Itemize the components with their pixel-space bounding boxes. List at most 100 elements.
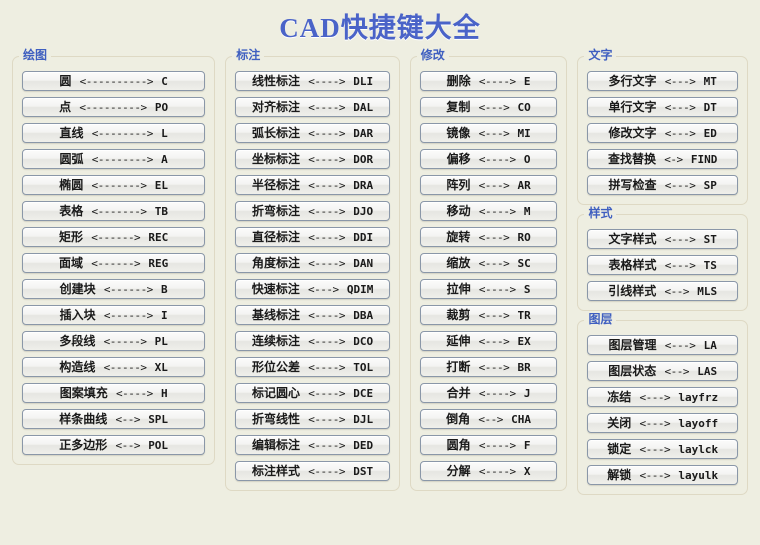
- shortcut-label: 合并: [446, 386, 471, 400]
- shortcut-item[interactable]: 椭圆 <-------> EL: [22, 175, 206, 195]
- shortcut-item[interactable]: 创建块 <------> B: [22, 279, 206, 299]
- shortcut-item[interactable]: 多段线 <-----> PL: [22, 331, 206, 351]
- shortcut-label: 冻结: [607, 390, 632, 404]
- shortcut-label: 快速标注: [251, 282, 300, 296]
- shortcut-item[interactable]: 圆弧 <--------> A: [22, 149, 206, 169]
- shortcut-item[interactable]: 折弯线性 <----> DJL: [235, 409, 390, 429]
- section-heading: 绘图: [19, 48, 52, 62]
- shortcut-item[interactable]: 裁剪 <---> TR: [419, 305, 558, 325]
- shortcut-label: 分解: [446, 464, 471, 478]
- shortcut-item[interactable]: 表格样式 <---> TS: [587, 255, 738, 275]
- shortcut-command: DCO: [353, 335, 374, 348]
- shortcut-command: DOR: [353, 153, 374, 166]
- shortcut-command: BR: [517, 361, 531, 374]
- shortcut-item[interactable]: 直线 <--------> L: [22, 123, 206, 143]
- shortcut-item[interactable]: 拼写检查 <---> SP: [587, 175, 738, 195]
- column-1: 绘图圆 <----------> C 点 <---------> PO 直线 <--…: [12, 48, 216, 465]
- shortcut-item[interactable]: 编辑标注 <----> DED: [235, 435, 390, 455]
- shortcut-label: 坐标标注: [251, 152, 300, 166]
- shortcut-item[interactable]: 线性标注 <----> DLI: [235, 71, 390, 91]
- shortcut-item[interactable]: 坐标标注 <----> DOR: [235, 149, 390, 169]
- arrow-icon: <--->: [478, 335, 510, 348]
- shortcut-command: DCE: [353, 387, 374, 400]
- shortcut-command: layulk: [678, 469, 719, 482]
- shortcut-item[interactable]: 半径标注 <----> DRA: [235, 175, 390, 195]
- shortcut-command: DED: [353, 439, 374, 452]
- shortcut-item[interactable]: 移动 <----> M: [419, 201, 558, 221]
- shortcut-label: 直线: [59, 126, 84, 140]
- shortcut-item[interactable]: 多行文字 <---> MT: [587, 71, 738, 91]
- shortcut-item[interactable]: 延伸 <---> EX: [419, 331, 558, 351]
- shortcut-item[interactable]: 表格 <-------> TB: [22, 201, 206, 221]
- shortcut-item[interactable]: 拉伸 <----> S: [419, 279, 558, 299]
- shortcut-item[interactable]: 缩放 <---> SC: [419, 253, 558, 273]
- shortcut-item[interactable]: 圆 <----------> C: [22, 71, 206, 91]
- shortcut-item[interactable]: 修改文字 <---> ED: [587, 123, 738, 143]
- shortcut-label: 折弯线性: [251, 412, 300, 426]
- shortcut-item[interactable]: 样条曲线 <--> SPL: [22, 409, 206, 429]
- arrow-icon: <-->: [664, 285, 690, 298]
- shortcut-command: F: [523, 439, 531, 452]
- shortcut-label: 形位公差: [251, 360, 300, 374]
- section-panel-样式: 样式 文字样式 <---> ST 表格样式 <---> TS 引线样式 <--> ML…: [577, 206, 748, 311]
- shortcut-list: 图层管理 <---> LA 图层状态 <--> LAS 冻结 <---> layfr…: [587, 335, 738, 485]
- shortcut-item[interactable]: 连续标注 <----> DCO: [235, 331, 390, 351]
- shortcut-item[interactable]: 查找替换 <-> FIND: [587, 149, 738, 169]
- shortcut-item[interactable]: 对齐标注 <----> DAL: [235, 97, 390, 117]
- shortcut-item[interactable]: 锁定 <---> laylck: [587, 439, 738, 459]
- shortcut-item[interactable]: 矩形 <------> REC: [22, 227, 206, 247]
- shortcut-label: 拉伸: [446, 282, 471, 296]
- shortcut-list: 删除 <----> E 复制 <---> CO 镜像 <---> MI 偏移 <---…: [419, 71, 558, 481]
- shortcut-item[interactable]: 折弯标注 <----> DJO: [235, 201, 390, 221]
- shortcut-label: 样条曲线: [59, 412, 108, 426]
- shortcut-item[interactable]: 标注样式 <----> DST: [235, 461, 390, 481]
- shortcut-item[interactable]: 弧长标注 <----> DAR: [235, 123, 390, 143]
- shortcut-item[interactable]: 形位公差 <----> TOL: [235, 357, 390, 377]
- shortcut-command: EL: [154, 179, 169, 192]
- shortcut-item[interactable]: 倒角 <--> CHA: [419, 409, 558, 429]
- shortcut-item[interactable]: 文字样式 <---> ST: [587, 229, 738, 249]
- shortcut-item[interactable]: 镜像 <---> MI: [419, 123, 558, 143]
- shortcut-label: 弧长标注: [251, 126, 300, 140]
- shortcut-label: 线性标注: [251, 74, 300, 88]
- shortcut-command: layoff: [678, 417, 719, 430]
- shortcut-item[interactable]: 基线标注 <----> DBA: [235, 305, 390, 325]
- section-panel-修改: 修改 删除 <----> E 复制 <---> CO 镜像 <---> MI 偏移 <-…: [409, 48, 568, 491]
- shortcut-command: DBA: [353, 309, 374, 322]
- shortcut-item[interactable]: 旋转 <---> RO: [419, 227, 558, 247]
- shortcut-item[interactable]: 构造线 <-----> XL: [22, 357, 206, 377]
- shortcut-item[interactable]: 标记圆心 <----> DCE: [235, 383, 390, 403]
- section-panel-标注: 标注 线性标注 <----> DLI 对齐标注 <----> DAL 弧长标注 <--…: [225, 48, 400, 491]
- shortcut-item[interactable]: 分解 <----> X: [419, 461, 558, 481]
- shortcut-item[interactable]: 面域 <------> REG: [22, 253, 206, 273]
- shortcut-item[interactable]: 图层状态 <--> LAS: [587, 361, 738, 381]
- shortcut-label: 打断: [446, 360, 471, 374]
- shortcut-item[interactable]: 单行文字 <---> DT: [587, 97, 738, 117]
- shortcut-item[interactable]: 删除 <----> E: [419, 71, 558, 91]
- shortcut-item[interactable]: 冻结 <---> layfrz: [587, 387, 738, 407]
- shortcut-item[interactable]: 复制 <---> CO: [419, 97, 558, 117]
- shortcut-label: 多行文字: [608, 74, 657, 88]
- shortcut-item[interactable]: 解锁 <---> layulk: [587, 465, 738, 485]
- arrow-icon: <--->: [664, 179, 696, 192]
- shortcut-item[interactable]: 关闭 <---> layoff: [587, 413, 738, 433]
- shortcut-item[interactable]: 打断 <---> BR: [419, 357, 558, 377]
- shortcut-label: 关闭: [607, 416, 632, 430]
- shortcut-label: 锁定: [607, 442, 632, 456]
- shortcut-item[interactable]: 引线样式 <--> MLS: [587, 281, 738, 301]
- shortcut-item[interactable]: 图层管理 <---> LA: [587, 335, 738, 355]
- shortcut-item[interactable]: 角度标注 <----> DAN: [235, 253, 390, 273]
- shortcut-item[interactable]: 点 <---------> PO: [22, 97, 206, 117]
- shortcut-item[interactable]: 阵列 <---> AR: [419, 175, 558, 195]
- shortcut-item[interactable]: 插入块 <------> I: [22, 305, 206, 325]
- shortcut-command: DJL: [353, 413, 374, 426]
- shortcut-item[interactable]: 图案填充 <----> H: [22, 383, 206, 403]
- shortcut-item[interactable]: 合并 <----> J: [419, 383, 558, 403]
- shortcut-item[interactable]: 圆角 <----> F: [419, 435, 558, 455]
- shortcut-item[interactable]: 偏移 <----> O: [419, 149, 558, 169]
- shortcut-item[interactable]: 快速标注 <---> QDIM: [235, 279, 390, 299]
- shortcut-item[interactable]: 正多边形 <--> POL: [22, 435, 206, 455]
- shortcut-item[interactable]: 直径标注 <----> DDI: [235, 227, 390, 247]
- shortcut-command: DAL: [353, 101, 374, 114]
- arrow-icon: <->: [664, 153, 683, 166]
